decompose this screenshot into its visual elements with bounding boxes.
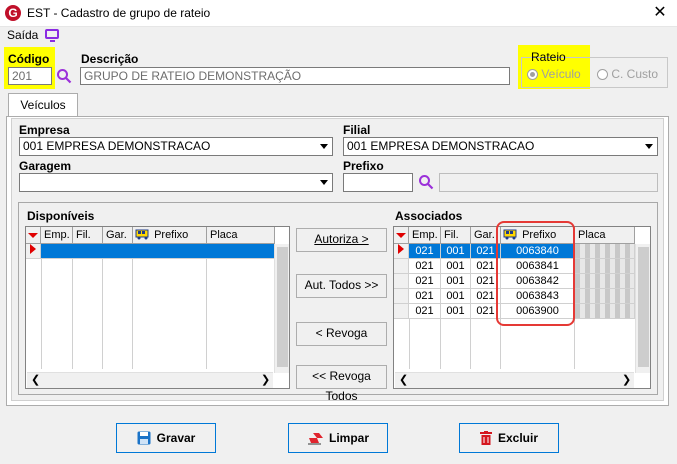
row-pointer-icon	[30, 244, 36, 254]
limpar-label: Limpar	[328, 431, 369, 445]
trash-icon	[479, 431, 492, 445]
table-row-selected[interactable]	[41, 244, 275, 259]
close-button[interactable]: ✕	[648, 3, 672, 23]
row-indicator	[394, 304, 409, 319]
revoga-button[interactable]: < Revoga	[296, 322, 387, 346]
row-pointer-icon	[398, 244, 404, 254]
cell-fil[interactable]: 001	[441, 244, 471, 259]
cell-emp[interactable]: 021	[409, 244, 441, 259]
cell-placa-blurred[interactable]	[575, 304, 635, 319]
cell-emp[interactable]: 021	[409, 289, 441, 304]
cell-placa-blurred[interactable]	[575, 244, 635, 259]
sort-arrow-icon	[396, 233, 406, 238]
sort-arrow-icon	[28, 233, 38, 238]
radio-c-custo[interactable]: C. Custo	[597, 67, 658, 81]
prefixo-input[interactable]	[343, 173, 413, 192]
descricao-input[interactable]: GRUPO DE RATEIO DEMONSTRAÇÃO	[80, 67, 510, 85]
chevron-down-icon[interactable]	[316, 139, 331, 153]
garagem-label: Garagem	[19, 159, 72, 173]
rateio-label: Rateio	[531, 50, 566, 64]
menu-saida[interactable]: Saída	[7, 28, 38, 42]
cell-fil[interactable]: 001	[441, 274, 471, 289]
aut-todos-button[interactable]: Aut. Todos >>	[296, 274, 387, 298]
save-icon	[137, 431, 151, 445]
cell-fil[interactable]: 001	[441, 304, 471, 319]
row-pointer	[26, 244, 41, 259]
col-fil[interactable]: Fil.	[73, 227, 103, 244]
empresa-label: Empresa	[19, 123, 70, 137]
search-icon[interactable]	[418, 174, 434, 190]
radio-veiculo[interactable]: Veículo	[527, 67, 581, 81]
limpar-button[interactable]: Limpar	[288, 423, 388, 453]
col-gar[interactable]: Gar.	[103, 227, 133, 244]
prefixo-label: Prefixo	[343, 159, 384, 173]
radio-c-custo-indicator[interactable]	[597, 69, 608, 81]
cell-emp[interactable]: 021	[409, 274, 441, 289]
window-title: EST - Cadastro de grupo de rateio	[27, 6, 211, 20]
empresa-select[interactable]: 001 EMPRESA DEMONSTRACAO	[19, 137, 333, 156]
title-bar: G EST - Cadastro de grupo de rateio ✕	[0, 0, 677, 27]
scroll-left-icon[interactable]: ❮	[31, 373, 40, 386]
scroll-right-icon[interactable]: ❯	[261, 373, 270, 386]
tab-veiculos[interactable]: Veículos	[8, 93, 78, 117]
codigo-input[interactable]: 201	[8, 67, 52, 85]
scrollbar-thumb[interactable]	[277, 247, 288, 367]
col-prefixo[interactable]: Prefixo	[133, 227, 207, 244]
col-placa[interactable]: Placa	[207, 227, 275, 244]
col-emp[interactable]: Emp.	[41, 227, 73, 244]
annotation-highlight	[496, 221, 575, 326]
horizontal-scrollbar[interactable]: ❮ ❯	[27, 372, 273, 388]
autoriza-button[interactable]: Autoriza >	[296, 228, 387, 252]
cell-fil[interactable]: 001	[441, 259, 471, 274]
row-pointer	[394, 244, 409, 259]
chevron-down-icon[interactable]	[641, 139, 656, 153]
chevron-down-icon[interactable]	[316, 175, 331, 189]
revoga-todos-button[interactable]: << Revoga Todos	[296, 365, 387, 403]
cell-emp[interactable]: 021	[409, 259, 441, 274]
vertical-scrollbar[interactable]	[274, 244, 289, 373]
cell-placa-blurred[interactable]	[575, 289, 635, 304]
sort-indicator[interactable]	[26, 227, 41, 244]
excluir-button[interactable]: Excluir	[459, 423, 559, 453]
cell-placa-blurred[interactable]	[575, 274, 635, 289]
eraser-icon	[307, 433, 323, 445]
sort-indicator[interactable]	[394, 227, 409, 244]
disponiveis-grid[interactable]: Emp. Fil. Gar. Prefixo Placa ❮ ❯	[25, 226, 290, 389]
empresa-value: 001 EMPRESA DEMONSTRACAO	[23, 139, 211, 153]
cell-emp[interactable]: 021	[409, 304, 441, 319]
prefixo-description-field	[439, 173, 658, 192]
col-emp[interactable]: Emp.	[409, 227, 441, 244]
filial-select[interactable]: 001 EMPRESA DEMONSTRACAO	[343, 137, 658, 156]
garagem-select[interactable]	[19, 173, 333, 192]
vertical-scrollbar[interactable]	[635, 244, 650, 373]
row-indicator	[394, 274, 409, 289]
horizontal-scrollbar[interactable]: ❮ ❯	[395, 372, 634, 388]
associados-title: Associados	[395, 209, 463, 223]
app-logo-icon: G	[5, 5, 21, 21]
scrollbar-thumb[interactable]	[638, 247, 649, 367]
col-placa[interactable]: Placa	[575, 227, 635, 244]
bus-icon	[135, 229, 149, 240]
col-fil[interactable]: Fil.	[441, 227, 471, 244]
cell-placa-blurred[interactable]	[575, 259, 635, 274]
filial-value: 001 EMPRESA DEMONSTRACAO	[347, 139, 535, 153]
col-prefixo-label: Prefixo	[154, 229, 189, 241]
gravar-label: Gravar	[156, 431, 196, 445]
scroll-right-icon[interactable]: ❯	[622, 373, 631, 386]
row-indicator	[394, 259, 409, 274]
excluir-label: Excluir	[497, 431, 539, 445]
codigo-label: Código	[8, 52, 50, 66]
monitor-icon[interactable]	[45, 29, 59, 42]
radio-veiculo-label: Veículo	[541, 67, 581, 81]
filial-label: Filial	[343, 123, 371, 137]
row-indicator	[394, 289, 409, 304]
descricao-label: Descrição	[81, 52, 139, 66]
search-icon[interactable]	[56, 68, 72, 84]
disponiveis-title: Disponíveis	[27, 209, 95, 223]
scroll-left-icon[interactable]: ❮	[399, 373, 408, 386]
gravar-button[interactable]: Gravar	[116, 423, 216, 453]
cell-fil[interactable]: 001	[441, 289, 471, 304]
radio-c-custo-label: C. Custo	[611, 67, 659, 81]
radio-veiculo-indicator[interactable]	[527, 69, 538, 81]
